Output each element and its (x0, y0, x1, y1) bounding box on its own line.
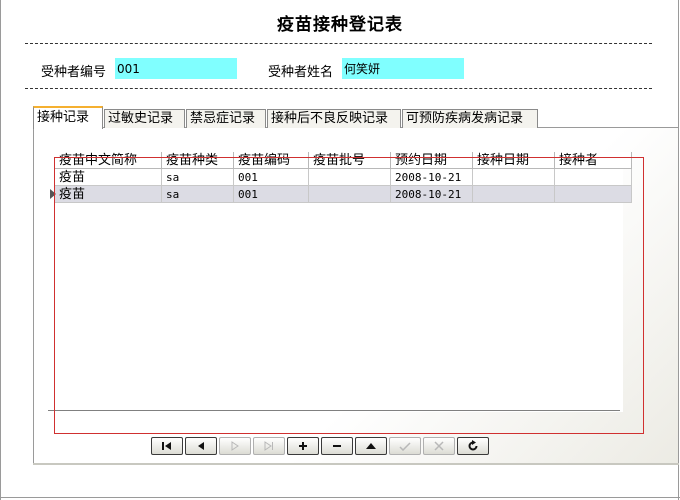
first-icon (162, 442, 171, 450)
window-border-bottom (0, 497, 680, 498)
table-cell[interactable] (554, 185, 632, 203)
form-title: 疫苗接种登记表 (277, 15, 403, 35)
delete-record-button[interactable] (321, 437, 353, 455)
table-cell[interactable]: sa (161, 168, 234, 186)
refresh-record-button[interactable] (457, 437, 489, 455)
table-cell[interactable]: 001 (233, 185, 309, 203)
last-record-button[interactable] (253, 437, 285, 455)
edit-record-button[interactable] (355, 437, 387, 455)
table-cell[interactable]: 2008-10-21 (390, 185, 473, 203)
table-cell[interactable]: 2008-10-21 (390, 168, 473, 186)
header-divider (25, 88, 652, 89)
table-cell[interactable] (308, 168, 391, 186)
recipient-name-label: 受种者姓名 (268, 65, 334, 80)
check-icon (399, 442, 411, 451)
recipient-id-label: 受种者编号 (41, 65, 107, 80)
recipient-id-field[interactable] (115, 58, 237, 79)
table-cell[interactable] (554, 168, 632, 186)
title-divider (25, 43, 652, 44)
prior-record-button[interactable] (185, 437, 217, 455)
column-header[interactable]: 接种者 (554, 152, 632, 169)
tab-vaccination-records[interactable]: 接种记录 (33, 106, 103, 129)
cancel-record-button[interactable] (423, 437, 455, 455)
tab-adverse-reactions[interactable]: 接种后不良反映记录 (267, 109, 401, 128)
column-header[interactable]: 疫苗批号 (308, 152, 391, 169)
post-record-button[interactable] (389, 437, 421, 455)
up-triangle-icon (366, 443, 376, 449)
first-record-button[interactable] (151, 437, 183, 455)
refresh-icon (468, 440, 478, 451)
table-row[interactable]: 疫苗 sa 001 2008-10-21 (55, 185, 632, 203)
minus-icon (333, 445, 341, 447)
last-icon (264, 441, 273, 451)
table-cell[interactable] (472, 185, 555, 203)
prior-icon (198, 442, 204, 450)
table-cell[interactable]: 001 (233, 168, 309, 186)
table-cell[interactable] (308, 185, 391, 203)
next-icon (231, 441, 239, 451)
table-cell[interactable]: 疫苗 (55, 168, 162, 186)
window-border-left (0, 0, 1, 500)
records-table: 疫苗中文简称 疫苗种类 疫苗编码 疫苗批号 预约日期 接种日期 接种者 疫苗 s… (55, 152, 632, 203)
column-header[interactable]: 接种日期 (472, 152, 555, 169)
column-header[interactable]: 疫苗中文简称 (55, 152, 162, 169)
tab-panel-shadow (33, 463, 679, 465)
table-cell[interactable]: sa (161, 185, 234, 203)
insert-record-button[interactable] (287, 437, 319, 455)
cancel-icon (434, 441, 444, 451)
table-cell[interactable] (472, 168, 555, 186)
table-row[interactable]: 疫苗 sa 001 2008-10-21 (55, 168, 632, 186)
next-record-button[interactable] (219, 437, 251, 455)
column-header[interactable]: 疫苗编码 (233, 152, 309, 169)
plus-icon (299, 442, 307, 450)
recipient-name-field[interactable] (342, 58, 464, 79)
tab-contraindications[interactable]: 禁忌症记录 (186, 109, 266, 128)
table-header-row: 疫苗中文简称 疫苗种类 疫苗编码 疫苗批号 预约日期 接种日期 接种者 (55, 152, 632, 169)
column-header[interactable]: 疫苗种类 (161, 152, 234, 169)
table-cell[interactable]: 疫苗 (55, 185, 162, 203)
current-row-indicator-icon (50, 189, 56, 199)
grid-bottom-line (48, 410, 620, 411)
tab-allergy-history[interactable]: 过敏史记录 (104, 109, 185, 128)
tab-preventable-diseases[interactable]: 可预防疾病发病记录 (402, 109, 538, 128)
column-header[interactable]: 预约日期 (390, 152, 473, 169)
